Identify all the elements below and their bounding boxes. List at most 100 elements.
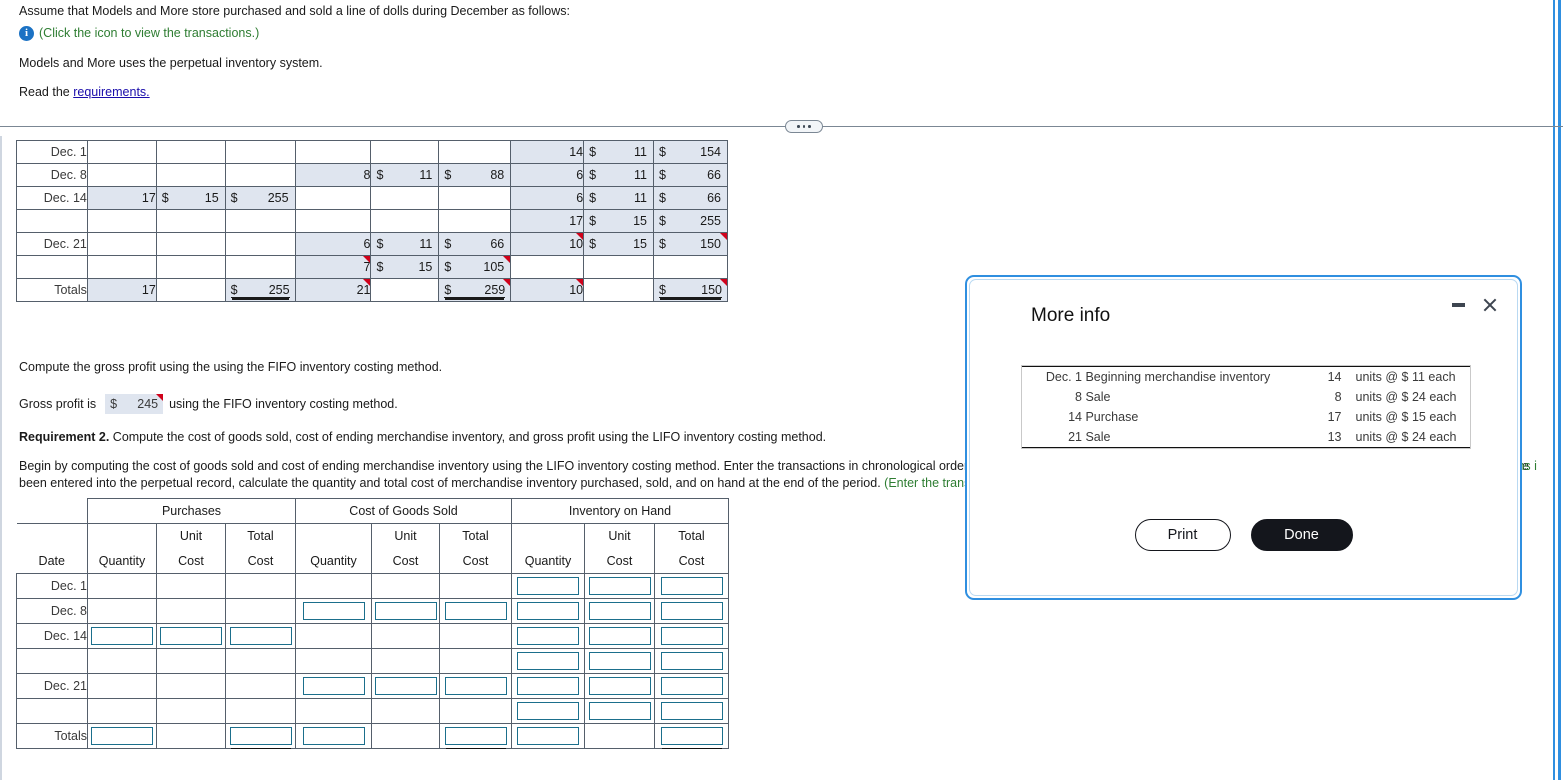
- inventory-on-hand-quantity-cell[interactable]: [511, 598, 585, 624]
- inv-quantity-cell: 14: [510, 140, 585, 164]
- totals-inventory-on-hand-total-cost-cell[interactable]: [654, 723, 729, 749]
- inventory-on-hand-unit-cost-cell[interactable]: [584, 623, 655, 649]
- totals-inventory-on-hand-total-cost-input[interactable]: [660, 727, 723, 749]
- cost-of-goods-sold-total-cost-cell[interactable]: [439, 673, 512, 699]
- inventory-on-hand-unit-cost-cell[interactable]: [584, 698, 655, 724]
- inventory-on-hand-unit-cost-input[interactable]: [588, 702, 651, 720]
- inventory-on-hand-quantity-cell[interactable]: [511, 673, 585, 699]
- totals-inventory-on-hand-quantity-input[interactable]: [517, 727, 579, 745]
- inv-total-cost-cell: [653, 255, 728, 279]
- purch-unit-cost-cell: $15: [155, 186, 226, 210]
- cost-of-goods-sold-quantity-cell[interactable]: [295, 598, 372, 624]
- inventory-on-hand-unit-cost-cell[interactable]: [584, 673, 655, 699]
- inventory-on-hand-unit-cost-cell[interactable]: [584, 648, 655, 674]
- inventory-on-hand-quantity-input[interactable]: [517, 652, 579, 670]
- inventory-on-hand-unit-cost-input[interactable]: [588, 577, 651, 595]
- inventory-on-hand-quantity-input[interactable]: [517, 602, 579, 620]
- close-icon[interactable]: [1482, 297, 1498, 313]
- fifo-perpetual-record-scroll[interactable]: Date Quantity Cost Cost Quantity Cost Co…: [16, 140, 728, 345]
- inventory-on-hand-unit-cost-input[interactable]: [588, 627, 651, 645]
- purchases-unit-cost-cell: [156, 673, 226, 699]
- cost-of-goods-sold-unit-cost-input[interactable]: [374, 602, 437, 620]
- totals-cost-of-goods-sold-quantity-input[interactable]: [302, 727, 365, 745]
- purchases-total-cost-cell[interactable]: [225, 623, 296, 649]
- purchases-unit-cost-cell: [156, 648, 226, 674]
- inventory-on-hand-total-cost-input[interactable]: [660, 702, 723, 720]
- totals-label: Totals: [16, 723, 88, 749]
- gross-profit-input[interactable]: $ 245: [105, 394, 164, 414]
- inventory-on-hand-quantity-input[interactable]: [517, 677, 579, 695]
- inventory-on-hand-total-cost-cell[interactable]: [654, 698, 729, 724]
- purchases-total-cost-input[interactable]: [229, 627, 292, 645]
- view-transactions-link[interactable]: (Click the icon to view the transactions…: [39, 25, 259, 42]
- inventory-on-hand-total-cost-cell[interactable]: [654, 673, 729, 699]
- inventory-on-hand-quantity-input[interactable]: [517, 702, 579, 720]
- cost-of-goods-sold-unit-cost-cell[interactable]: [371, 598, 440, 624]
- transaction-unit-price: units @ $ 15 each: [1355, 410, 1457, 424]
- inventory-on-hand-unit-cost-input[interactable]: [588, 602, 651, 620]
- transaction-row: 14 Purchase 17 units @ $ 15 each: [1022, 407, 1470, 427]
- table-row: Dec. 14: [16, 623, 729, 649]
- inventory-on-hand-total-cost-input[interactable]: [660, 577, 723, 595]
- purchases-quantity-input[interactable]: [91, 627, 153, 645]
- inventory-on-hand-quantity-cell[interactable]: [511, 698, 585, 724]
- inventory-on-hand-quantity-cell[interactable]: [511, 648, 585, 674]
- minimize-icon[interactable]: [1452, 303, 1465, 307]
- cost-of-goods-sold-quantity-input[interactable]: [302, 602, 365, 620]
- purchases-quantity-cell: [87, 573, 157, 599]
- purchases-unit-cost-input[interactable]: [160, 627, 222, 645]
- totals-purchases-total-cost-input[interactable]: [229, 727, 292, 749]
- inventory-on-hand-unit-cost-input[interactable]: [588, 652, 651, 670]
- requirement-2-line: Requirement 2. Compute the cost of goods…: [19, 429, 826, 445]
- inventory-on-hand-quantity-cell[interactable]: [511, 623, 585, 649]
- inventory-on-hand-total-cost-cell[interactable]: [654, 573, 729, 599]
- totals-purchases-quantity-cell[interactable]: [87, 723, 157, 749]
- inventory-on-hand-total-cost-cell[interactable]: [654, 598, 729, 624]
- totals-cost-of-goods-sold-quantity-cell[interactable]: [295, 723, 372, 749]
- divider-drag-handle[interactable]: [785, 120, 823, 133]
- totals-inventory-on-hand-quantity-cell[interactable]: [511, 723, 585, 749]
- sh-purch-unit-cost: Cost: [156, 548, 226, 574]
- cost-of-goods-sold-quantity-input[interactable]: [302, 677, 365, 695]
- inventory-on-hand-total-cost-input[interactable]: [660, 602, 723, 620]
- inventory-on-hand-total-cost-cell[interactable]: [654, 623, 729, 649]
- transactions-icon-row[interactable]: i (Click the icon to view the transactio…: [19, 25, 259, 42]
- transaction-row: 21 Sale 13 units @ $ 24 each: [1022, 427, 1470, 448]
- transactions-table-body: Dec. 1 Beginning merchandise inventory 14…: [1022, 366, 1470, 448]
- inventory-on-hand-unit-cost-cell[interactable]: [584, 598, 655, 624]
- inventory-on-hand-total-cost-cell[interactable]: [654, 648, 729, 674]
- totals-cost-of-goods-sold-total-cost-cell[interactable]: [439, 723, 512, 749]
- inventory-on-hand-unit-cost-cell[interactable]: [584, 573, 655, 599]
- totals-cost-of-goods-sold-total-cost-input[interactable]: [444, 727, 507, 749]
- cost-of-goods-sold-total-cost-input[interactable]: [444, 677, 507, 695]
- purchases-unit-cost-cell: [156, 698, 226, 724]
- cost-of-goods-sold-quantity-cell[interactable]: [295, 673, 372, 699]
- inventory-on-hand-total-cost-input[interactable]: [660, 677, 723, 695]
- purchases-quantity-cell[interactable]: [87, 623, 157, 649]
- inventory-on-hand-quantity-input[interactable]: [517, 627, 579, 645]
- inventory-on-hand-quantity-input[interactable]: [517, 577, 579, 595]
- inventory-on-hand-total-cost-input[interactable]: [660, 652, 723, 670]
- cost-of-goods-sold-unit-cost-input[interactable]: [374, 677, 437, 695]
- print-button[interactable]: Print: [1134, 519, 1231, 551]
- cost-of-goods-sold-unit-cost-cell: [371, 698, 440, 724]
- inventory-on-hand-unit-cost-input[interactable]: [588, 677, 651, 695]
- inventory-on-hand-total-cost-input[interactable]: [660, 627, 723, 645]
- purch-quantity-cell: [86, 255, 157, 279]
- totals-purchases-quantity-input[interactable]: [91, 727, 153, 745]
- row-date: Dec. 1: [16, 140, 88, 164]
- table-row: 7 $15 $105: [16, 255, 728, 279]
- info-icon[interactable]: i: [19, 26, 34, 41]
- purch-quantity-cell: [86, 209, 157, 233]
- totals-cogs-quantity: 21: [294, 278, 372, 302]
- cost-of-goods-sold-total-cost-cell[interactable]: [439, 598, 512, 624]
- cogs-unit-cost-cell: [370, 186, 440, 210]
- done-button[interactable]: Done: [1250, 519, 1353, 551]
- requirements-link[interactable]: requirements.: [73, 85, 149, 99]
- inventory-on-hand-quantity-cell[interactable]: [511, 573, 585, 599]
- cost-of-goods-sold-total-cost-input[interactable]: [444, 602, 507, 620]
- purchases-unit-cost-cell[interactable]: [156, 623, 226, 649]
- cost-of-goods-sold-unit-cost-cell[interactable]: [371, 673, 440, 699]
- totals-purchases-total-cost-cell[interactable]: [225, 723, 296, 749]
- transactions-panel: Dec. 1 Beginning merchandise inventory 14…: [1021, 365, 1471, 449]
